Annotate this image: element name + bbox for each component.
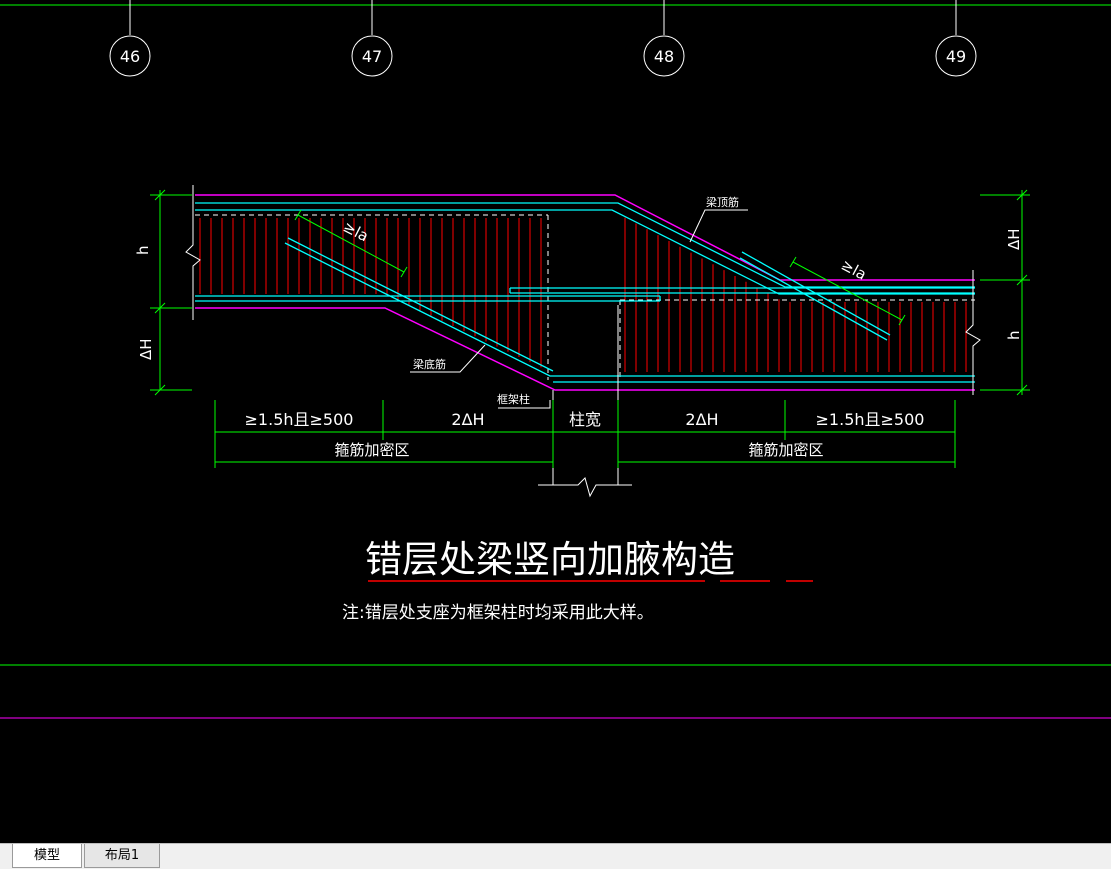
axis-label-48: 48 (654, 47, 674, 66)
haunch-dashed-lines (195, 214, 975, 380)
dim-text-4: 2ΔH (685, 410, 718, 429)
break-lines (185, 185, 981, 395)
leader-lines (410, 209, 748, 409)
label-bottom-bar: 梁底筋 (413, 357, 446, 371)
stirrups-left (199, 218, 542, 368)
drawing-title: 错层处梁竖向加腋构造 (365, 538, 735, 581)
axis-label-46: 46 (120, 47, 140, 66)
dim-text-3: 柱宽 (569, 410, 601, 429)
layout-tab-bar: 模型 布局1 (0, 843, 1111, 869)
label-top-bar: 梁顶筋 (706, 195, 739, 209)
cad-drawing-canvas[interactable]: 46 47 48 49 h ΔH ΔH h ≥la ≥la 梁顶筋 梁底筋 框架… (0, 0, 1111, 843)
axis-label-47: 47 (362, 47, 382, 66)
dim-text-5: ≥1.5h且≥500 (816, 410, 925, 429)
dim-text-1: ≥1.5h且≥500 (245, 410, 354, 429)
label-dh-left: ΔH (137, 338, 155, 360)
label-h-left: h (134, 245, 152, 255)
label-h-right: h (1005, 330, 1023, 340)
tab-model[interactable]: 模型 (12, 844, 82, 868)
label-frame-column: 框架柱 (497, 392, 530, 406)
axis-label-49: 49 (946, 47, 966, 66)
rebar-lines (195, 202, 975, 383)
label-dh-right: ΔH (1005, 228, 1023, 250)
zone-text-right: 箍筋加密区 (748, 441, 823, 459)
dim-text-2: 2ΔH (451, 410, 484, 429)
axis-grid (0, 0, 1111, 77)
stirrups-right (624, 217, 967, 372)
tab-layout1[interactable]: 布局1 (84, 844, 160, 868)
label-la-left: ≥la (340, 218, 371, 246)
drawing-note: 注:错层处支座为框架柱时均采用此大样。 (342, 603, 654, 623)
zone-text-left: 箍筋加密区 (334, 441, 409, 459)
